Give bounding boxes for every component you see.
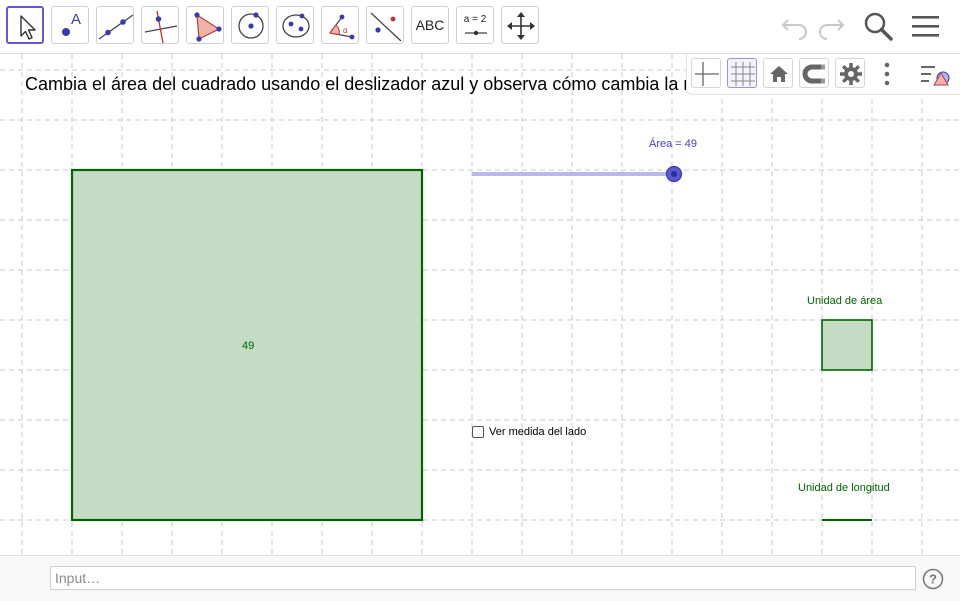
circle-with-center-icon [238, 12, 264, 39]
show-side-checkbox[interactable]: Ver medida del lado [472, 424, 586, 439]
home-icon [770, 66, 788, 82]
circle-tool[interactable] [231, 6, 269, 44]
text-tool[interactable]: ABC [411, 6, 449, 44]
ellipse-icon [282, 13, 310, 38]
toggle-axes-button[interactable] [691, 58, 721, 88]
magnet-icon [802, 64, 825, 84]
slider-label: Área = 49 [649, 138, 698, 150]
reflect-tool[interactable] [366, 6, 404, 44]
move-view-icon [507, 12, 535, 40]
move-tool[interactable] [6, 6, 44, 44]
menu-icon[interactable] [910, 10, 942, 44]
unit-length-label: Unidad de longitud [798, 482, 890, 494]
help-icon[interactable]: ? [922, 568, 944, 590]
move-graphics-view-tool[interactable] [501, 6, 539, 44]
arrow-pointer-icon [20, 15, 36, 40]
checkbox-box[interactable] [472, 425, 484, 438]
reflect-about-line-icon [370, 12, 402, 42]
point-tool-letter: A [71, 11, 82, 28]
slider-knob-center [671, 171, 677, 177]
toggle-algebra-view-icon[interactable] [919, 60, 953, 88]
standard-view-button[interactable] [763, 58, 793, 88]
slider-icon [465, 30, 487, 36]
unit-area-square [821, 319, 873, 371]
unit-area-label: Unidad de área [807, 295, 883, 307]
perpendicular-line-tool[interactable] [141, 6, 179, 44]
graphics-view[interactable]: Cambia el área del cuadrado usando el de… [0, 54, 960, 555]
redo-icon[interactable] [816, 10, 846, 40]
polygon-icon [194, 12, 222, 42]
graphics-settings-button[interactable] [835, 58, 865, 88]
input-bar: ? [0, 555, 960, 601]
toolbar: A α ABC a = 2 [0, 0, 960, 54]
point-tool[interactable]: A [51, 6, 89, 44]
perpendicular-line-icon [144, 10, 178, 44]
search-icon[interactable] [862, 10, 896, 44]
axes-icon [695, 62, 719, 86]
point-capturing-button[interactable] [799, 58, 829, 88]
square-area-label: 49 [242, 340, 255, 352]
svg-text:?: ? [929, 572, 937, 587]
angle-icon: α [329, 14, 355, 40]
input-field[interactable] [50, 566, 916, 590]
text-tool-label: ABC [415, 17, 445, 33]
angle-tool[interactable]: α [321, 6, 359, 44]
style-bar [686, 54, 960, 95]
line-tool[interactable] [96, 6, 134, 44]
more-options-icon[interactable] [877, 60, 897, 88]
gear-icon [840, 63, 862, 85]
slider-tool[interactable]: a = 2 [456, 6, 494, 44]
line-through-two-points-icon [98, 14, 134, 40]
undo-icon[interactable] [780, 10, 810, 40]
svg-text:α: α [343, 26, 348, 35]
polygon-tool[interactable] [186, 6, 224, 44]
checkbox-label: Ver medida del lado [489, 425, 587, 438]
grid-icon [731, 62, 755, 86]
ellipse-tool[interactable] [276, 6, 314, 44]
toggle-grid-button[interactable] [727, 58, 757, 88]
